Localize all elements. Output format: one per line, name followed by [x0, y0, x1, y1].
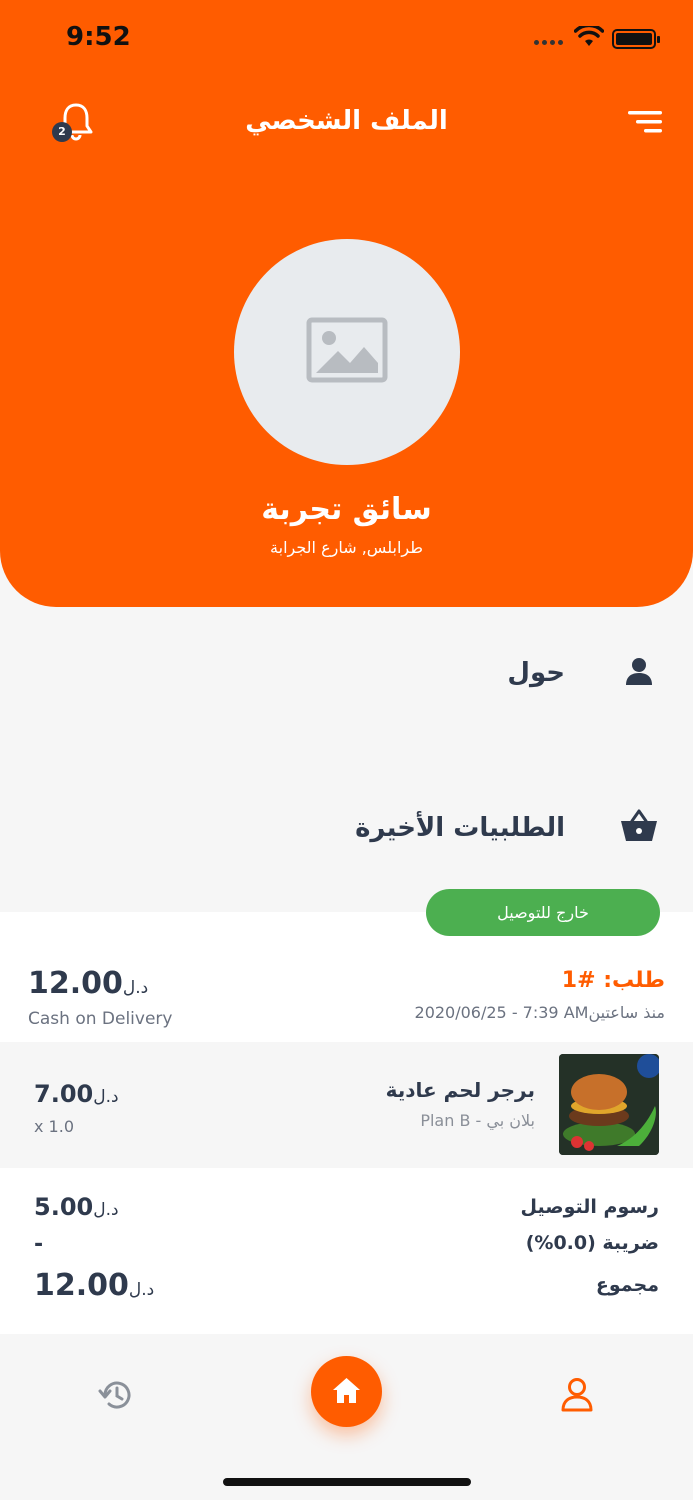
- item-restaurant: Plan B - بلان بي: [420, 1111, 535, 1130]
- notification-badge: 2: [52, 122, 72, 142]
- recent-orders-label: الطلبيات الأخيرة: [355, 813, 565, 843]
- delivery-fee-label: رسوم التوصيل: [520, 1196, 659, 1218]
- profile-icon[interactable]: [560, 1377, 594, 1413]
- tax-label: ضريبة (0.0%): [525, 1232, 659, 1254]
- basket-icon: [621, 809, 657, 841]
- order-date: 2020/06/25 - 7:39 AMمنذ ساعتين: [414, 1003, 665, 1022]
- history-icon[interactable]: [98, 1378, 134, 1412]
- item-price: 7.00د.ل: [34, 1080, 119, 1108]
- home-indicator: [223, 1478, 471, 1486]
- food-image: [559, 1054, 659, 1155]
- home-button[interactable]: [311, 1356, 382, 1427]
- menu-icon[interactable]: [628, 110, 664, 134]
- avatar[interactable]: [234, 239, 460, 465]
- item-quantity: x 1.0: [34, 1117, 74, 1136]
- home-icon: [333, 1378, 360, 1403]
- user-name: سائق تجربة: [261, 492, 432, 527]
- payment-method: Cash on Delivery: [28, 1009, 173, 1029]
- about-label[interactable]: حول: [507, 658, 565, 688]
- grand-total-value: 12.00د.ل: [34, 1268, 155, 1303]
- wifi-icon: [574, 26, 604, 46]
- person-icon: [626, 658, 652, 685]
- order-number: طلب: #1: [561, 968, 665, 993]
- order-total: 12.00د.ل: [28, 966, 149, 1001]
- total-label: مجموع: [595, 1274, 659, 1296]
- battery-icon: [612, 29, 660, 49]
- user-address: طرابلس, شارع الجرابة: [270, 538, 423, 557]
- status-time: 9:52: [66, 22, 131, 52]
- tax-value: -: [34, 1232, 44, 1257]
- page-title: الملف الشخصي: [245, 106, 448, 136]
- item-name: برجر لحم عادية: [385, 1078, 535, 1102]
- image-placeholder-icon: [306, 317, 388, 383]
- delivery-fee-value: 5.00د.ل: [34, 1193, 119, 1221]
- signal-icon: [534, 40, 563, 45]
- order-status-badge: خارج للتوصيل: [426, 889, 660, 936]
